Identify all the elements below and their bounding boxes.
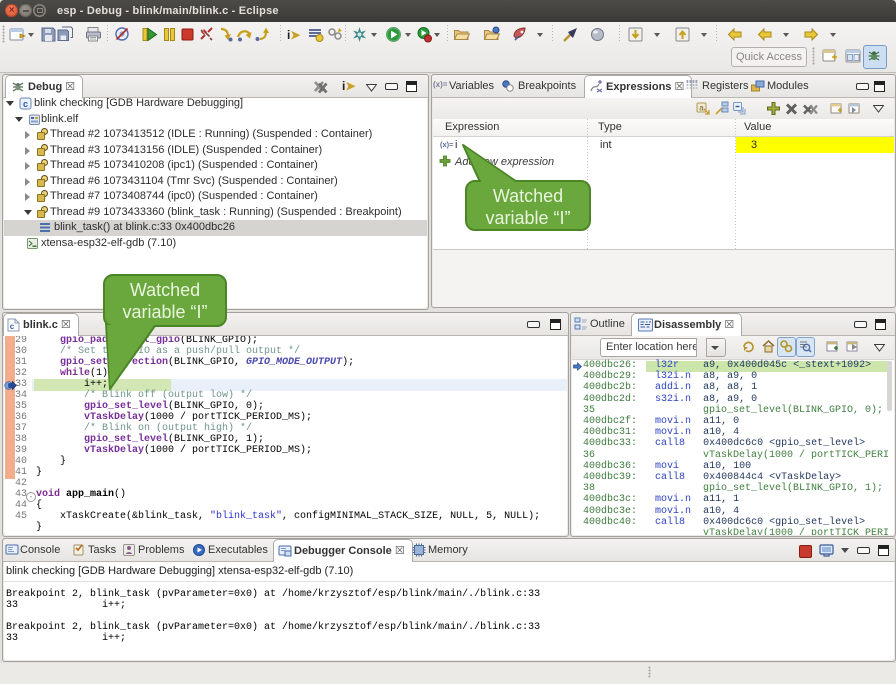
svg-text:Watched: Watched: [130, 280, 200, 300]
svg-text:variable “I”: variable “I”: [485, 208, 570, 228]
svg-text:Watched: Watched: [493, 186, 563, 206]
svg-text:variable “I”: variable “I”: [122, 302, 207, 322]
